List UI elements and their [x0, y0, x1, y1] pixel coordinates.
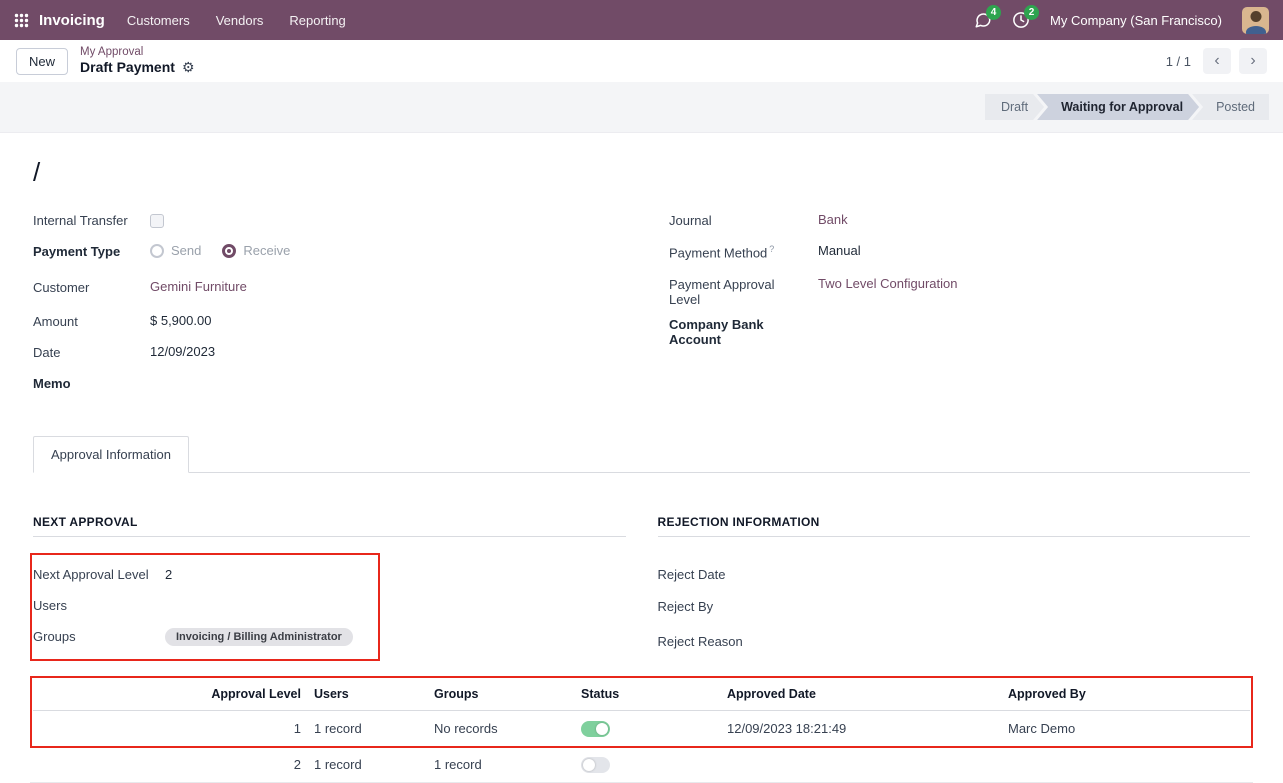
- col-groups[interactable]: Groups: [431, 678, 578, 710]
- cell-groups: No records: [431, 712, 578, 745]
- form-right-column: Journal Bank Payment Method? Manual Paym…: [669, 212, 1250, 406]
- amount-value[interactable]: $ 5,900.00: [150, 313, 211, 328]
- stage-waiting-for-approval[interactable]: Waiting for Approval: [1037, 94, 1199, 120]
- journal-value-link[interactable]: Bank: [818, 212, 848, 227]
- stage-draft[interactable]: Draft: [985, 94, 1044, 120]
- annotation-box-next-approval: Next Approval Level 2 Users Groups Invoi…: [30, 553, 380, 661]
- activities-badge: 2: [1024, 5, 1039, 20]
- main-menu: Customers Vendors Reporting: [127, 13, 346, 28]
- cell-approved-by: [1005, 756, 1250, 774]
- customer-value-link[interactable]: Gemini Furniture: [150, 279, 247, 294]
- payment-type-receive-radio[interactable]: [222, 244, 236, 258]
- apps-grid-icon[interactable]: [14, 13, 29, 28]
- status-band: Draft Waiting for Approval Posted: [0, 82, 1283, 133]
- rejection-information-section: REJECTION INFORMATION Reject Date Reject…: [658, 515, 1251, 666]
- payment-method-value[interactable]: Manual: [818, 243, 861, 258]
- memo-label: Memo: [33, 375, 138, 391]
- col-approval-level[interactable]: Approval Level: [33, 678, 311, 710]
- new-button[interactable]: New: [16, 48, 68, 75]
- customer-label: Customer: [33, 279, 138, 295]
- form-sheet: / Internal Transfer Payment Type Send Re…: [0, 133, 1283, 783]
- reject-by-label: Reject By: [658, 599, 1251, 620]
- col-approved-by[interactable]: Approved By: [1005, 678, 1250, 710]
- cell-approved-date: [724, 756, 1005, 774]
- date-label: Date: [33, 344, 138, 360]
- cell-approval-level: 1: [33, 712, 311, 745]
- payment-type-send-radio[interactable]: [150, 244, 164, 258]
- next-approval-section: NEXT APPROVAL Next Approval Level 2 User…: [33, 515, 626, 666]
- status-toggle-off[interactable]: [581, 757, 610, 773]
- pager-next-button[interactable]: ›: [1239, 48, 1267, 74]
- payment-method-label: Payment Method?: [669, 243, 806, 260]
- company-bank-account-label: Company Bank Account: [669, 316, 806, 347]
- col-users[interactable]: Users: [311, 678, 431, 710]
- date-value[interactable]: 12/09/2023: [150, 344, 215, 359]
- payment-type-label: Payment Type: [33, 243, 138, 259]
- table-row[interactable]: 1 1 record No records 12/09/2023 18:21:4…: [33, 711, 1250, 746]
- journal-label: Journal: [669, 212, 806, 228]
- menu-vendors[interactable]: Vendors: [216, 13, 264, 28]
- col-status[interactable]: Status: [578, 678, 724, 710]
- cell-approved-date: 12/09/2023 18:21:49: [724, 712, 1005, 745]
- stage-posted[interactable]: Posted: [1192, 94, 1269, 120]
- statusbar: Draft Waiting for Approval Posted: [985, 94, 1269, 120]
- groups-label: Groups: [33, 629, 165, 644]
- gear-icon[interactable]: ⚙: [182, 59, 195, 77]
- cell-groups: 1 record: [431, 748, 578, 781]
- form-left-column: Internal Transfer Payment Type Send Rece…: [33, 212, 614, 406]
- cell-approved-by: Marc Demo: [1005, 712, 1250, 745]
- help-icon: ?: [769, 244, 774, 254]
- next-approval-level-label: Next Approval Level: [33, 567, 165, 582]
- next-approval-level-value[interactable]: 2: [165, 567, 172, 582]
- notebook-tabs: Approval Information: [33, 436, 1250, 473]
- breadcrumb: My Approval Draft Payment ⚙: [80, 45, 194, 77]
- table-header-row: Approval Level Users Groups Status Appro…: [33, 678, 1250, 711]
- col-approved-date[interactable]: Approved Date: [724, 678, 1005, 710]
- cell-users: 1 record: [311, 712, 431, 745]
- status-toggle-on[interactable]: [581, 721, 610, 737]
- reject-date-label: Reject Date: [658, 567, 1251, 588]
- table-row[interactable]: 2 1 record 1 record: [33, 748, 1250, 783]
- pager-previous-button[interactable]: ‹: [1203, 48, 1231, 74]
- payment-type-send-label: Send: [171, 243, 201, 258]
- company-switcher[interactable]: My Company (San Francisco): [1050, 13, 1222, 28]
- pager: 1 / 1 ‹ ›: [1166, 48, 1267, 74]
- internal-transfer-checkbox[interactable]: [150, 214, 164, 228]
- menu-reporting[interactable]: Reporting: [289, 13, 345, 28]
- payment-approval-level-label: Payment Approval Level: [669, 276, 806, 307]
- breadcrumb-current: Draft Payment: [80, 59, 175, 77]
- users-label: Users: [33, 598, 165, 613]
- activities-icon[interactable]: 2: [1012, 11, 1030, 29]
- internal-transfer-label: Internal Transfer: [33, 212, 138, 228]
- annotation-box-table: Approval Level Users Groups Status Appro…: [30, 676, 1253, 748]
- amount-label: Amount: [33, 313, 138, 329]
- cell-approval-level: 2: [33, 748, 311, 781]
- reject-reason-label: Reject Reason: [658, 634, 1251, 655]
- messages-badge: 4: [986, 5, 1001, 20]
- pager-count: 1 / 1: [1166, 54, 1191, 69]
- cell-users: 1 record: [311, 748, 431, 781]
- menu-customers[interactable]: Customers: [127, 13, 190, 28]
- record-title: /: [33, 157, 1250, 188]
- groups-tag[interactable]: Invoicing / Billing Administrator: [165, 628, 353, 646]
- app-name[interactable]: Invoicing: [39, 12, 105, 29]
- top-navbar: Invoicing Customers Vendors Reporting 4 …: [0, 0, 1283, 40]
- payment-type-receive-label: Receive: [243, 243, 290, 258]
- tab-approval-information[interactable]: Approval Information: [33, 436, 189, 473]
- breadcrumb-my-approval[interactable]: My Approval: [80, 45, 194, 59]
- approval-table: Approval Level Users Groups Status Appro…: [33, 676, 1250, 783]
- user-avatar[interactable]: [1242, 7, 1269, 34]
- control-panel: New My Approval Draft Payment ⚙ 1 / 1 ‹ …: [0, 40, 1283, 82]
- payment-approval-level-value-link[interactable]: Two Level Configuration: [818, 276, 957, 291]
- messages-icon[interactable]: 4: [974, 11, 992, 29]
- next-approval-section-title: NEXT APPROVAL: [33, 515, 626, 537]
- rejection-section-title: REJECTION INFORMATION: [658, 515, 1251, 537]
